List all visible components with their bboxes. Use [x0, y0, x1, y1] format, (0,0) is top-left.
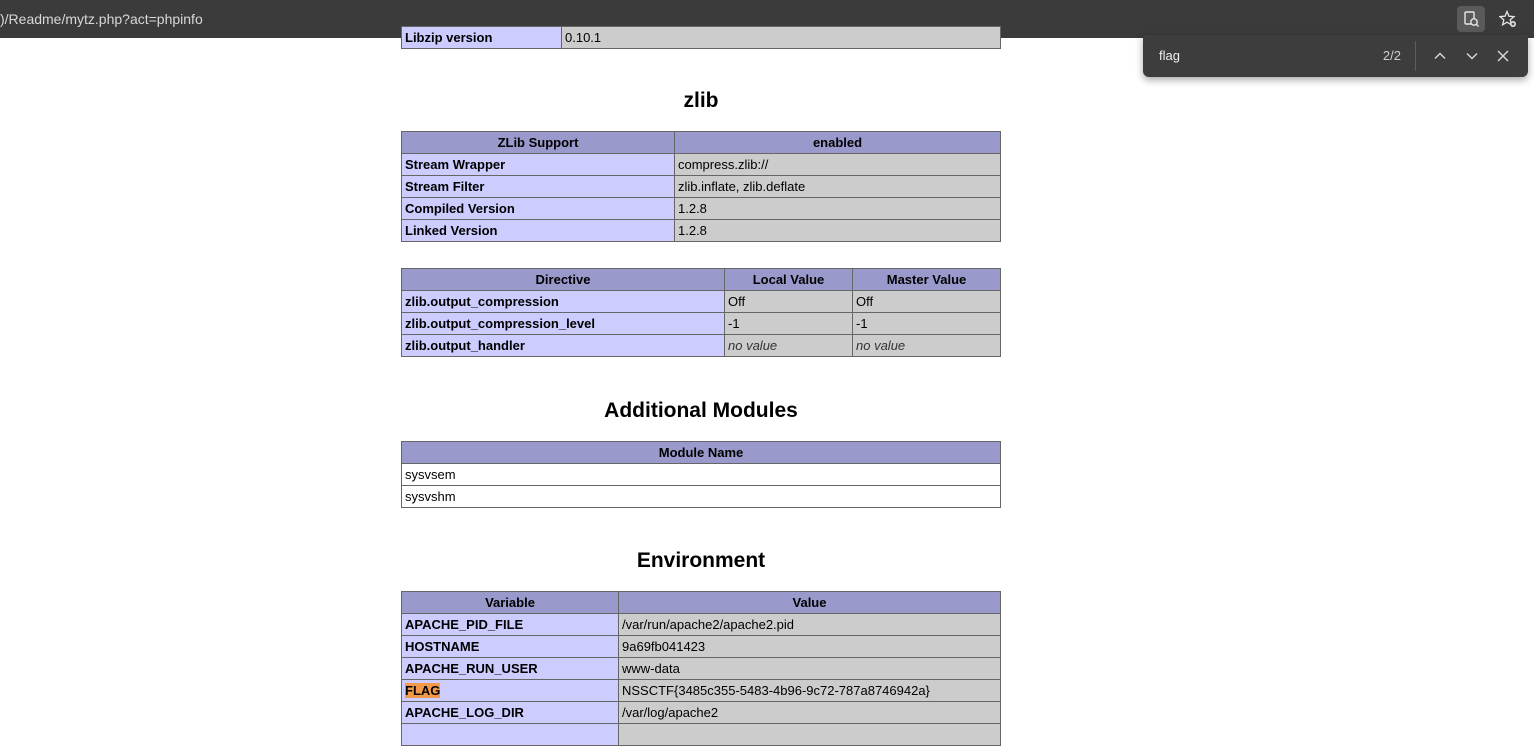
row-key: Stream Wrapper — [401, 153, 675, 176]
table-row: sysvshm — [401, 485, 1001, 508]
libzip-label: Libzip version — [401, 26, 562, 49]
zlib-directives-table: Directive Local Value Master Value zlib.… — [401, 268, 1001, 357]
row-value: 1.2.8 — [674, 197, 1001, 220]
table-row: FLAG NSSCTF{3485c355-5483-4b96-9c72-787a8… — [401, 679, 1001, 702]
directive-name: zlib.output_compression — [401, 290, 725, 313]
zlib-title: zlib — [683, 89, 719, 112]
env-value: NSSCTF{3485c355-5483-4b96-9c72-787a87469… — [618, 679, 1001, 702]
row-key: Compiled Version — [401, 197, 675, 220]
find-input[interactable]: flag — [1159, 48, 1180, 63]
env-value: /var/log/apache2 — [618, 701, 1001, 724]
additional-modules-title: Additional Modules — [604, 399, 798, 422]
row-key: Stream Filter — [401, 175, 675, 198]
directive-name: zlib.output_compression_level — [401, 312, 725, 335]
table-row: APACHE_RUN_USER www-data — [401, 657, 1001, 680]
table-row: Linked Version 1.2.8 — [401, 219, 1001, 242]
module-name: sysvsem — [401, 463, 1001, 486]
find-divider — [1415, 41, 1416, 71]
module-name-header: Module Name — [401, 441, 1001, 464]
additional-modules-table: Module Name sysvsem sysvshm — [401, 441, 1001, 508]
env-variable: APACHE_RUN_USER — [401, 657, 619, 680]
table-row: sysvsem — [401, 463, 1001, 486]
zlib-info-table: ZLib Support enabled Stream Wrapper compr… — [401, 131, 1001, 242]
local-value: Off — [724, 290, 853, 313]
table-row: zlib.output_compression Off Off — [401, 290, 1001, 313]
table-row: HOSTNAME 9a69fb041423 — [401, 635, 1001, 658]
find-bar: flag 2/2 — [1143, 35, 1528, 77]
find-previous-icon[interactable] — [1428, 44, 1452, 68]
table-row: APACHE_PID_FILE/var/run/apache2/apache2.… — [401, 613, 1001, 636]
env-variable: APACHE_PID_FILE — [401, 613, 619, 636]
close-icon[interactable] — [1491, 44, 1515, 68]
env-value: www-data — [618, 657, 1001, 680]
zlib-support-header: ZLib Support — [401, 131, 675, 154]
table-row: Libzip version 0.10.1 — [401, 26, 1001, 49]
row-value: zlib.inflate, zlib.deflate — [674, 175, 1001, 198]
table-header-row: Directive Local Value Master Value — [401, 268, 1001, 291]
table-row: zlib.output_compression_level -1 -1 — [401, 312, 1001, 335]
find-match-count: 2/2 — [1382, 48, 1401, 63]
table-header-row: ZLib Support enabled — [401, 131, 1001, 154]
value-header: Value — [618, 591, 1001, 614]
environment-title: Environment — [636, 549, 766, 572]
zlib-enabled-header: enabled — [674, 131, 1001, 154]
directive-header: Directive — [401, 268, 725, 291]
reader-mode-icon[interactable] — [1457, 6, 1485, 32]
libzip-table: Libzip version 0.10.1 — [401, 26, 1001, 49]
master-value-header: Master Value — [852, 268, 1001, 291]
flag-search-highlight: FLAG — [405, 683, 441, 698]
local-value: -1 — [724, 312, 853, 335]
table-row — [401, 723, 1001, 746]
libzip-value: 0.10.1 — [561, 26, 1001, 49]
table-header-row: Variable Value — [401, 591, 1001, 614]
table-row: zlib.output_handler no value no value — [401, 334, 1001, 357]
master-value: Off — [852, 290, 1001, 313]
env-variable: APACHE_LOG_DIR — [401, 701, 619, 724]
favorites-add-icon[interactable] — [1494, 6, 1522, 32]
local-value-header: Local Value — [724, 268, 853, 291]
variable-header: Variable — [401, 591, 619, 614]
table-header-row: Module Name — [401, 441, 1001, 464]
row-value: 1.2.8 — [674, 219, 1001, 242]
env-variable — [401, 723, 619, 746]
row-key: Linked Version — [401, 219, 675, 242]
address-bar[interactable]: )/Readme/mytz.php?act=phpinfo — [0, 10, 203, 28]
module-name: sysvshm — [401, 485, 1001, 508]
table-row: APACHE_LOG_DIR/var/log/apache2 — [401, 701, 1001, 724]
local-value: no value — [728, 338, 778, 353]
master-value: -1 — [852, 312, 1001, 335]
master-value: no value — [856, 338, 906, 353]
env-variable: HOSTNAME — [401, 635, 619, 658]
table-row: Stream Filter zlib.inflate, zlib.deflate — [401, 175, 1001, 198]
env-value — [618, 723, 1001, 746]
directive-name: zlib.output_handler — [401, 334, 725, 357]
row-value: compress.zlib:// — [674, 153, 1001, 176]
environment-table: Variable Value APACHE_PID_FILE/var/run/a… — [401, 591, 1001, 746]
env-value: /var/run/apache2/apache2.pid — [618, 613, 1001, 636]
table-row: Compiled Version 1.2.8 — [401, 197, 1001, 220]
table-row: Stream Wrapper compress.zlib:// — [401, 153, 1001, 176]
find-next-icon[interactable] — [1460, 44, 1484, 68]
env-value: 9a69fb041423 — [618, 635, 1001, 658]
